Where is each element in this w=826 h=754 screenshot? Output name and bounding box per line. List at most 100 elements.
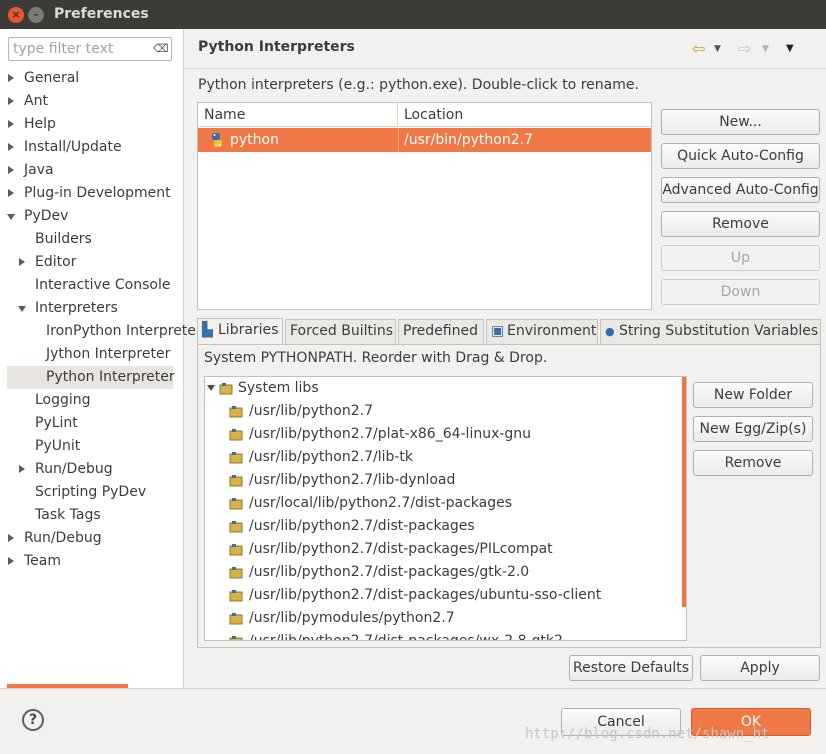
vertical-scrollbar[interactable] [682, 377, 686, 607]
library-path-label: /usr/lib/python2.7/dist-packages [249, 518, 475, 534]
library-path-label: /usr/lib/python2.7/lib-tk [249, 449, 414, 465]
column-header-name[interactable]: Name [198, 103, 398, 127]
new-egg-zip-button[interactable]: New Egg/Zip(s) [693, 416, 813, 442]
tree-item-label: General [24, 70, 80, 86]
interpreters-description: Python interpreters (e.g.: python.exe). … [198, 77, 639, 93]
library-path-label: /usr/lib/python2.7/dist-packages/wx-2.8-… [249, 633, 563, 641]
move-up-button[interactable]: Up [661, 245, 820, 271]
tab-libraries[interactable]: ▙ Libraries [197, 318, 283, 345]
apply-button[interactable]: Apply [700, 655, 820, 681]
library-path-label: /usr/lib/python2.7/lib-dynload [249, 472, 456, 488]
chevron-right-icon[interactable] [8, 534, 14, 542]
tree-item-label: Install/Update [24, 139, 122, 155]
minimize-window-button[interactable]: – [28, 7, 44, 23]
library-folder-icon [229, 613, 243, 625]
tree-item-label: Help [24, 116, 56, 132]
tree-item-label: Builders [35, 231, 92, 247]
interpreters-table[interactable]: Name Location python /usr/bin/python2.7 [197, 102, 652, 310]
library-path-label: /usr/lib/python2.7/dist-packages/PILcomp… [249, 541, 553, 557]
tree-item-label: Ant [24, 93, 48, 109]
view-menu-icon[interactable]: ▼ [786, 38, 794, 60]
tab-label: String Substitution Variables [619, 323, 819, 339]
remove-interpreter-button[interactable]: Remove [661, 211, 820, 237]
close-window-button[interactable]: × [8, 7, 24, 23]
tree-item-label: Python Interpreter [46, 369, 175, 385]
column-header-location[interactable]: Location [398, 103, 651, 127]
chevron-down-icon[interactable] [18, 306, 26, 312]
library-folder-icon [229, 475, 243, 487]
tree-item-label: PyUnit [35, 438, 81, 454]
library-folder-icon [229, 636, 243, 640]
environment-icon: ▣ [491, 323, 505, 339]
help-icon[interactable]: ? [22, 709, 44, 731]
library-folder-icon [229, 452, 243, 464]
libraries-description: System PYTHONPATH. Reorder with Drag & D… [204, 350, 548, 366]
filter-placeholder: type filter text [13, 41, 114, 57]
library-folder-icon [229, 406, 243, 418]
library-path-label: /usr/lib/python2.7/dist-packages/ubuntu-… [249, 587, 602, 603]
tree-item-label: Java [24, 162, 54, 178]
tree-root-label: System libs [238, 380, 319, 396]
table-row[interactable]: python /usr/bin/python2.7 [198, 128, 651, 152]
chevron-right-icon[interactable] [19, 258, 25, 266]
clear-icon[interactable]: ⌫ [153, 42, 169, 56]
libraries-icon: ▙ [202, 322, 213, 338]
chevron-down-icon[interactable] [207, 385, 215, 391]
library-folder-icon [229, 544, 243, 556]
quick-auto-config-button[interactable]: Quick Auto-Config [661, 143, 820, 169]
advanced-auto-config-button[interactable]: Advanced Auto-Config [661, 177, 820, 203]
tab-predefined[interactable]: Predefined [398, 319, 484, 344]
chevron-right-icon[interactable] [8, 557, 14, 565]
library-folder-icon [229, 590, 243, 602]
tree-item-label: Run/Debug [35, 461, 113, 477]
tab-string-substitution[interactable]: ● String Substitution Variables [600, 319, 821, 344]
tree-item-label: PyDev [24, 208, 69, 224]
tab-environment[interactable]: ▣ Environment [486, 319, 598, 344]
preferences-tree-pane: type filter text ⌫ General Ant Help Install… [0, 29, 202, 689]
divider [184, 68, 826, 69]
library-folder-icon [229, 567, 243, 579]
tab-label: Libraries [218, 322, 279, 338]
forward-arrow-icon[interactable]: ⇨ [738, 38, 751, 60]
tree-item-label: Scripting PyDev [35, 484, 147, 500]
tab-label: Forced Builtins [290, 323, 394, 339]
tree-item-label: Plug-in Development [24, 185, 171, 201]
system-libs-tree[interactable]: System libs /usr/lib/python2.7/usr/lib/p… [204, 376, 687, 641]
forward-dropdown-icon[interactable]: ▼ [762, 38, 769, 60]
chevron-right-icon[interactable] [19, 465, 25, 473]
tree-item-label: Editor [35, 254, 77, 270]
chevron-right-icon[interactable] [8, 143, 14, 151]
chevron-right-icon[interactable] [8, 189, 14, 197]
chevron-right-icon[interactable] [8, 74, 14, 82]
new-folder-button[interactable]: New Folder [693, 382, 813, 408]
move-down-button[interactable]: Down [661, 279, 820, 305]
new-interpreter-button[interactable]: New... [661, 109, 820, 135]
chevron-right-icon[interactable] [8, 97, 14, 105]
tab-forced-builtins[interactable]: Forced Builtins [285, 319, 396, 344]
tab-bar: ▙ Libraries Forced Builtins Predefined ▣ E… [197, 318, 821, 345]
navigation-toolbar: ⇦ ▼ ⇨ ▼ ▼ [686, 38, 816, 60]
chevron-right-icon[interactable] [8, 120, 14, 128]
tree-item-label: Interpreters [35, 300, 118, 316]
tree-item-label: Run/Debug [24, 530, 102, 546]
library-path-label: /usr/local/lib/python2.7/dist-packages [249, 495, 513, 511]
interpreter-name: python [230, 132, 279, 148]
title-bar: × – Preferences [0, 0, 826, 29]
interpreter-location: /usr/bin/python2.7 [404, 132, 533, 148]
python-icon [212, 133, 222, 147]
tree-item-label: Task Tags [35, 507, 101, 523]
back-dropdown-icon[interactable]: ▼ [714, 38, 721, 60]
filter-input[interactable]: type filter text ⌫ [8, 37, 172, 61]
library-path-label: /usr/lib/python2.7/plat-x86_64-linux-gnu [249, 426, 532, 442]
page-title: Python Interpreters [198, 39, 355, 55]
variable-icon: ● [605, 325, 615, 338]
remove-library-button[interactable]: Remove [693, 450, 813, 476]
chevron-right-icon[interactable] [8, 166, 14, 174]
library-path-label: /usr/lib/pymodules/python2.7 [249, 610, 455, 626]
restore-defaults-button[interactable]: Restore Defaults [569, 655, 693, 681]
chevron-down-icon[interactable] [7, 214, 15, 220]
watermark: http://blog.csdn.net/shawn_ht [525, 726, 770, 742]
window-title: Preferences [54, 6, 149, 22]
back-arrow-icon[interactable]: ⇦ [692, 38, 705, 60]
tab-label: Predefined [403, 323, 478, 339]
